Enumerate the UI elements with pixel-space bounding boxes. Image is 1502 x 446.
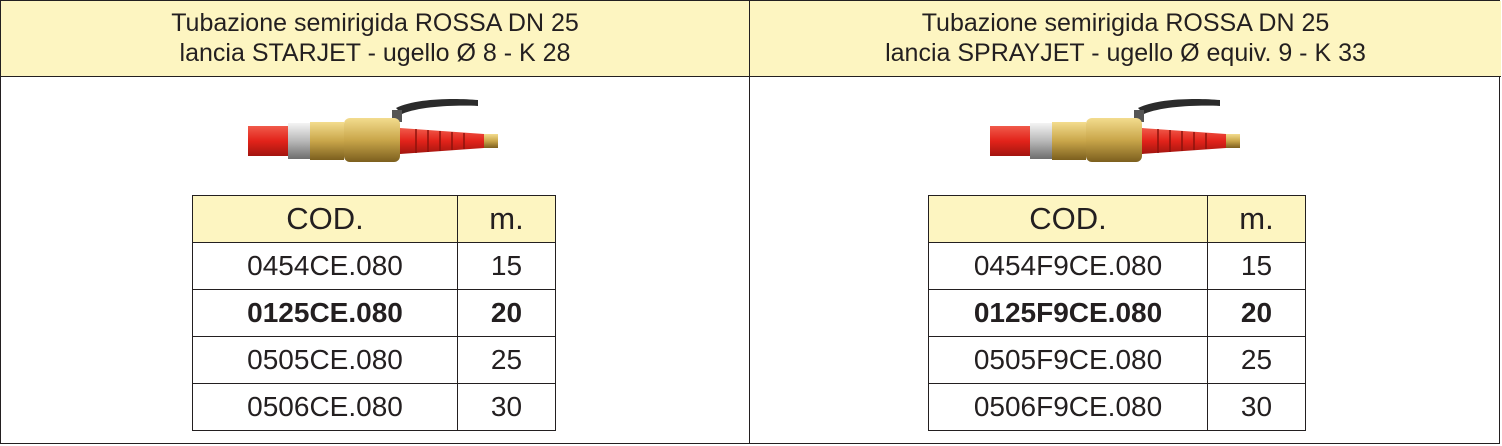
length-cell: 15 xyxy=(457,242,556,290)
column-header: Tubazione semirigida ROSSA DN 25 lancia … xyxy=(750,1,1501,77)
header-length: m. xyxy=(1207,195,1306,243)
product-sheet: Tubazione semirigida ROSSA DN 25 lancia … xyxy=(0,0,1501,444)
code-cell: 0506F9CE.080 xyxy=(928,383,1208,431)
title-line-2: lancia SPRAYJET - ugello Ø equiv. 9 - K … xyxy=(885,39,1366,67)
code-table: COD. m. 0454CE.080 15 0125CE.080 20 0505… xyxy=(192,195,556,431)
column-header: Tubazione semirigida ROSSA DN 25 lancia … xyxy=(1,1,749,77)
code-cell: 0505CE.080 xyxy=(192,336,458,384)
title-line-1: Tubazione semirigida ROSSA DN 25 xyxy=(171,9,579,37)
code-cell: 0454F9CE.080 xyxy=(928,242,1208,290)
table-row: 0125CE.080 20 xyxy=(192,289,556,337)
length-cell: 30 xyxy=(1207,383,1306,431)
title-line-1: Tubazione semirigida ROSSA DN 25 xyxy=(921,9,1330,37)
header-code: COD. xyxy=(192,195,458,243)
table-header-row: COD. m. xyxy=(928,195,1306,243)
code-cell: 0125F9CE.080 xyxy=(928,289,1208,337)
length-cell: 25 xyxy=(457,336,556,384)
product-column-sprayjet: Tubazione semirigida ROSSA DN 25 lancia … xyxy=(750,1,1501,443)
code-cell: 0454CE.080 xyxy=(192,242,458,290)
table-row: 0506CE.080 30 xyxy=(192,383,556,431)
length-cell: 30 xyxy=(457,383,556,431)
length-cell: 25 xyxy=(1207,336,1306,384)
title-line-2: lancia STARJET - ugello Ø 8 - K 28 xyxy=(179,39,571,67)
length-cell: 20 xyxy=(1207,289,1306,337)
table-row: 0505F9CE.080 25 xyxy=(928,336,1306,384)
code-table: COD. m. 0454F9CE.080 15 0125F9CE.080 20 … xyxy=(928,195,1306,431)
header-length: m. xyxy=(457,195,556,243)
table-row: 0505CE.080 25 xyxy=(192,336,556,384)
code-cell: 0125CE.080 xyxy=(192,289,458,337)
code-cell: 0506CE.080 xyxy=(192,383,458,431)
product-column-starjet: Tubazione semirigida ROSSA DN 25 lancia … xyxy=(1,1,750,443)
nozzle-valve-icon xyxy=(248,98,498,162)
length-cell: 20 xyxy=(457,289,556,337)
table-row: 0125F9CE.080 20 xyxy=(928,289,1306,337)
nozzle-valve-icon xyxy=(990,98,1240,162)
length-cell: 15 xyxy=(1207,242,1306,290)
table-row: 0454CE.080 15 xyxy=(192,242,556,290)
code-cell: 0505F9CE.080 xyxy=(928,336,1208,384)
header-code: COD. xyxy=(928,195,1208,243)
table-row: 0506F9CE.080 30 xyxy=(928,383,1306,431)
table-header-row: COD. m. xyxy=(192,195,556,243)
table-row: 0454F9CE.080 15 xyxy=(928,242,1306,290)
